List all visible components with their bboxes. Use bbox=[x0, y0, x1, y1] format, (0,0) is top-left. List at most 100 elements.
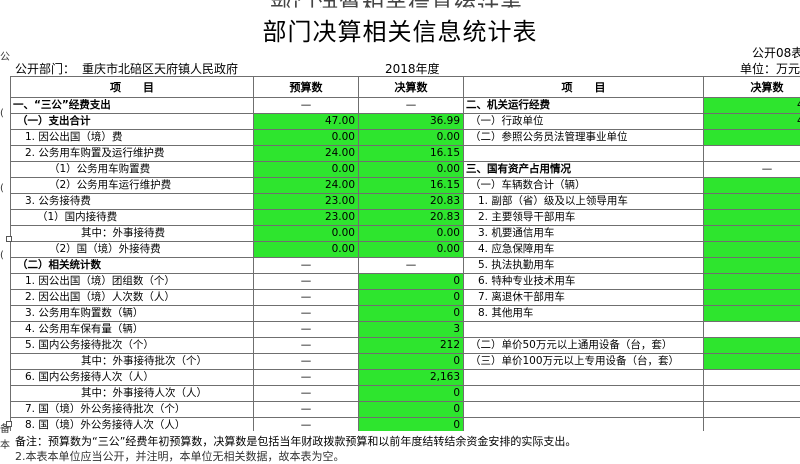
budget-cell[interactable]: — bbox=[254, 274, 359, 290]
right-row-label[interactable]: （三）单价100万元以上专用设备（台，套） bbox=[464, 354, 704, 370]
row-label[interactable]: 其中：外事接待人次（人） bbox=[11, 386, 254, 402]
budget-cell[interactable]: 0.00 bbox=[254, 226, 359, 242]
right-final-cell[interactable] bbox=[704, 258, 800, 274]
right-row-label[interactable]: 2. 主要领导干部用车 bbox=[464, 210, 704, 226]
row-label[interactable]: 5. 国内公务接待批次（个） bbox=[11, 338, 254, 354]
right-final-cell[interactable] bbox=[704, 146, 800, 162]
right-row-label[interactable] bbox=[464, 322, 704, 338]
budget-cell[interactable]: — bbox=[254, 354, 359, 370]
right-final-cell[interactable] bbox=[704, 210, 800, 226]
row-label[interactable]: 1. 因公出国（境）团组数（个） bbox=[11, 274, 254, 290]
right-row-label[interactable]: 7. 离退休干部用车 bbox=[464, 290, 704, 306]
row-label[interactable]: 2. 公务用车购置及运行维护费 bbox=[11, 146, 254, 162]
budget-cell[interactable]: — bbox=[254, 386, 359, 402]
right-row-label[interactable]: 4. 应急保障用车 bbox=[464, 242, 704, 258]
right-final-cell[interactable]: 0.0 bbox=[704, 130, 800, 146]
right-final-cell[interactable] bbox=[704, 354, 800, 370]
row-label[interactable]: 2. 因公出国（境）人次数（人） bbox=[11, 290, 254, 306]
budget-cell[interactable]: 0.00 bbox=[254, 130, 359, 146]
right-final-cell[interactable]: 406.2 bbox=[704, 114, 800, 130]
row-label[interactable]: 1. 因公出国（境）费 bbox=[11, 130, 254, 146]
right-row-label[interactable] bbox=[464, 418, 704, 432]
right-final-cell[interactable] bbox=[704, 402, 800, 418]
row-label[interactable]: （1）公务用车购置费 bbox=[11, 162, 254, 178]
resize-handle[interactable] bbox=[6, 236, 12, 242]
right-row-label[interactable] bbox=[464, 146, 704, 162]
right-final-cell[interactable] bbox=[704, 226, 800, 242]
budget-cell[interactable]: — bbox=[254, 290, 359, 306]
row-label[interactable]: 其中：外事接待批次（个） bbox=[11, 354, 254, 370]
budget-cell[interactable]: 47.00 bbox=[254, 114, 359, 130]
row-label[interactable]: 4. 公务用车保有量（辆） bbox=[11, 322, 254, 338]
resize-handle[interactable] bbox=[6, 421, 12, 427]
row-label[interactable]: （2）国（境）外接待费 bbox=[11, 242, 254, 258]
right-final-cell[interactable] bbox=[704, 306, 800, 322]
final-cell[interactable]: — bbox=[359, 258, 464, 274]
row-label[interactable]: 其中：外事接待费 bbox=[11, 226, 254, 242]
final-cell[interactable]: 212 bbox=[359, 338, 464, 354]
row-label[interactable]: （1）国内接待费 bbox=[11, 210, 254, 226]
right-row-label[interactable]: 1. 副部（省）级及以上领导用车 bbox=[464, 194, 704, 210]
final-cell[interactable]: 0.00 bbox=[359, 226, 464, 242]
right-row-label[interactable]: 6. 特种专业技术用车 bbox=[464, 274, 704, 290]
budget-cell[interactable]: — bbox=[254, 418, 359, 432]
budget-cell[interactable]: 0.00 bbox=[254, 242, 359, 258]
row-label[interactable]: 3. 公务用车购置数（辆） bbox=[11, 306, 254, 322]
row-label[interactable]: （二）相关统计数 bbox=[11, 258, 254, 274]
final-cell[interactable]: 0.00 bbox=[359, 130, 464, 146]
right-row-label[interactable] bbox=[464, 386, 704, 402]
right-row-label[interactable]: 5. 执法执勤用车 bbox=[464, 258, 704, 274]
right-final-cell[interactable] bbox=[704, 338, 800, 354]
right-row-label[interactable]: 三、国有资产占用情况 bbox=[464, 162, 704, 178]
final-cell[interactable]: 0 bbox=[359, 402, 464, 418]
right-row-label[interactable]: （一）行政单位 bbox=[464, 114, 704, 130]
budget-cell[interactable]: 24.00 bbox=[254, 146, 359, 162]
final-cell[interactable]: 0 bbox=[359, 274, 464, 290]
final-cell[interactable]: 0 bbox=[359, 306, 464, 322]
right-row-label[interactable]: 二、机关运行经费 bbox=[464, 98, 704, 114]
budget-cell[interactable]: — bbox=[254, 322, 359, 338]
right-final-cell[interactable] bbox=[704, 242, 800, 258]
budget-cell[interactable]: — bbox=[254, 98, 359, 114]
final-cell[interactable]: — bbox=[359, 98, 464, 114]
budget-cell[interactable]: 0.00 bbox=[254, 162, 359, 178]
budget-cell[interactable]: — bbox=[254, 258, 359, 274]
budget-cell[interactable]: — bbox=[254, 338, 359, 354]
final-cell[interactable]: 16.15 bbox=[359, 146, 464, 162]
row-label[interactable]: （一）支出合计 bbox=[11, 114, 254, 130]
final-cell[interactable]: 3 bbox=[359, 322, 464, 338]
row-label[interactable]: 3. 公务接待费 bbox=[11, 194, 254, 210]
right-row-label[interactable]: 8. 其他用车 bbox=[464, 306, 704, 322]
final-cell[interactable]: 2,163 bbox=[359, 370, 464, 386]
budget-cell[interactable]: — bbox=[254, 306, 359, 322]
row-label[interactable]: 6. 国内公务接待人次（人） bbox=[11, 370, 254, 386]
right-row-label[interactable]: （一）车辆数合计（辆） bbox=[464, 178, 704, 194]
budget-cell[interactable]: 23.00 bbox=[254, 210, 359, 226]
right-row-label[interactable] bbox=[464, 370, 704, 386]
right-row-label[interactable] bbox=[464, 402, 704, 418]
final-cell[interactable]: 0 bbox=[359, 386, 464, 402]
right-final-cell[interactable] bbox=[704, 178, 800, 194]
row-label[interactable]: （2）公务用车运行维护费 bbox=[11, 178, 254, 194]
final-cell[interactable]: 20.83 bbox=[359, 194, 464, 210]
row-label[interactable]: 一、“三公”经费支出 bbox=[11, 98, 254, 114]
row-label[interactable]: 8. 国（境）外公务接待人次（人） bbox=[11, 418, 254, 432]
budget-cell[interactable]: 24.00 bbox=[254, 178, 359, 194]
budget-cell[interactable]: 23.00 bbox=[254, 194, 359, 210]
right-row-label[interactable]: 3. 机要通信用车 bbox=[464, 226, 704, 242]
final-cell[interactable]: 36.99 bbox=[359, 114, 464, 130]
final-cell[interactable]: 0 bbox=[359, 418, 464, 432]
final-cell[interactable]: 0 bbox=[359, 290, 464, 306]
final-cell[interactable]: 16.15 bbox=[359, 178, 464, 194]
right-final-cell[interactable]: 406.2 bbox=[704, 98, 800, 114]
right-final-cell[interactable] bbox=[704, 386, 800, 402]
right-row-label[interactable]: （二）单价50万元以上通用设备（台，套） bbox=[464, 338, 704, 354]
row-label[interactable]: 7. 国（境）外公务接待批次（个） bbox=[11, 402, 254, 418]
right-final-cell[interactable] bbox=[704, 370, 800, 386]
right-final-cell[interactable] bbox=[704, 290, 800, 306]
budget-cell[interactable]: — bbox=[254, 402, 359, 418]
right-final-cell[interactable] bbox=[704, 322, 800, 338]
right-final-cell[interactable] bbox=[704, 194, 800, 210]
right-final-cell[interactable] bbox=[704, 418, 800, 432]
final-cell[interactable]: 0.00 bbox=[359, 242, 464, 258]
